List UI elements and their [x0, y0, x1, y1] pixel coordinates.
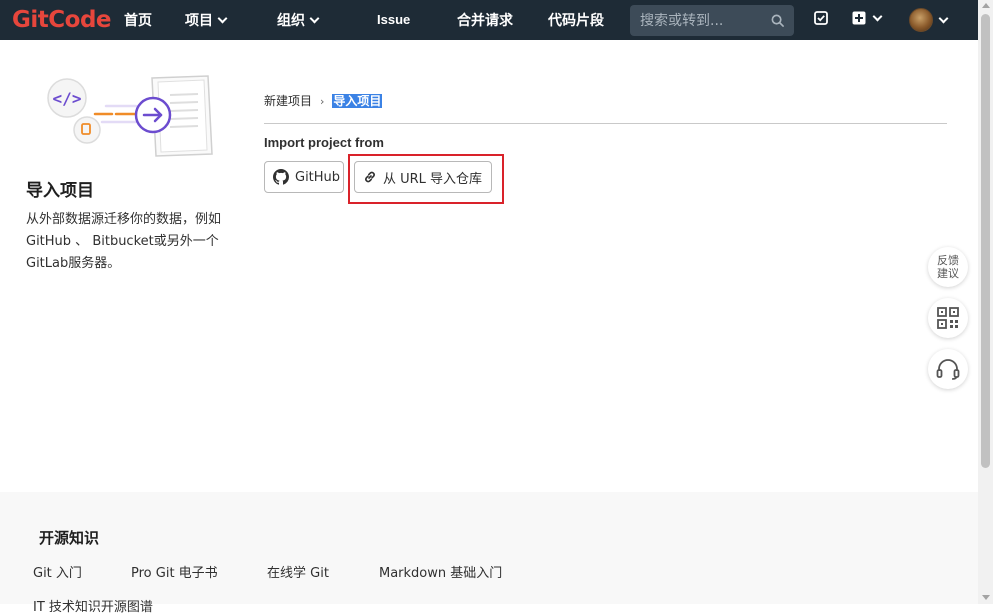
nav-issue[interactable]: Issue	[377, 0, 410, 40]
feedback-label: 反馈 建议	[937, 254, 959, 280]
create-new-menu[interactable]	[852, 11, 883, 25]
search-icon[interactable]	[771, 14, 784, 27]
chevron-down-icon	[872, 11, 883, 21]
divider	[264, 123, 947, 124]
feedback-label-line2: 建议	[937, 267, 959, 280]
nav-groups[interactable]: 组织	[277, 0, 320, 40]
footer: 开源知识 Git 入门 Pro Git 电子书 在线学 Git Markdown…	[0, 492, 978, 615]
footer-section-title: 开源知识	[39, 529, 100, 547]
page-scrollbar[interactable]	[978, 0, 993, 604]
nav-projects-label: 项目	[185, 12, 213, 28]
footer-link-pro-git[interactable]: Pro Git 电子书	[131, 562, 218, 581]
breadcrumb: 新建项目 › 导入项目	[264, 92, 383, 109]
avatar[interactable]	[909, 8, 933, 32]
import-source-label: Import project from	[264, 135, 384, 150]
selection-highlight-box	[348, 154, 504, 204]
breadcrumb-new-project[interactable]: 新建项目	[264, 94, 312, 108]
nav-snippets[interactable]: 代码片段	[548, 0, 604, 40]
import-illustration: </>	[47, 75, 213, 157]
footer-link-markdown[interactable]: Markdown 基础入门	[379, 562, 502, 581]
github-icon	[273, 169, 289, 185]
plus-square-icon	[852, 11, 866, 25]
import-github-label: GitHub	[295, 169, 341, 185]
headset-icon	[936, 359, 960, 380]
chevron-down-icon	[217, 13, 228, 24]
gitcode-logo[interactable]: GitCode	[12, 7, 112, 33]
chevron-down-icon	[309, 13, 320, 24]
footer-link-learn-git[interactable]: 在线学 Git	[267, 562, 329, 581]
nav-merge-requests[interactable]: 合并请求	[457, 0, 513, 40]
svg-text:</>: </>	[53, 89, 82, 108]
nav-projects[interactable]: 项目	[185, 0, 228, 40]
search-input[interactable]	[630, 5, 770, 36]
breadcrumb-current[interactable]: 导入项目	[332, 94, 383, 108]
scroll-up-arrow-icon[interactable]	[982, 3, 990, 8]
import-github-button[interactable]: GitHub	[264, 161, 344, 193]
scroll-down-arrow-icon[interactable]	[982, 595, 990, 600]
customer-service-button[interactable]	[928, 349, 968, 389]
chevron-down-icon[interactable]	[938, 13, 949, 24]
scroll-thumb[interactable]	[981, 14, 990, 468]
search-box	[630, 5, 794, 36]
feedback-label-line1: 反馈	[937, 254, 959, 267]
feedback-button[interactable]: 反馈 建议	[928, 247, 968, 287]
page-description: 从外部数据源迁移你的数据，例如GitHub 、 Bitbucket或另外一个Gi…	[26, 212, 222, 271]
footer-link-it-knowledge[interactable]: IT 技术知识开源图谱	[33, 596, 153, 615]
footer-link-git-intro[interactable]: Git 入门	[33, 562, 82, 581]
page-title: 导入项目	[26, 181, 94, 201]
nav-home[interactable]: 首页	[124, 0, 152, 40]
qrcode-button[interactable]	[928, 298, 968, 338]
qrcode-icon	[937, 307, 959, 329]
top-navbar: GitCode 首页 项目 组织 Issue 合并请求 代码片段	[0, 0, 978, 40]
chevron-right-icon: ›	[320, 95, 325, 108]
nav-groups-label: 组织	[277, 12, 305, 28]
todo-icon[interactable]	[814, 11, 828, 25]
